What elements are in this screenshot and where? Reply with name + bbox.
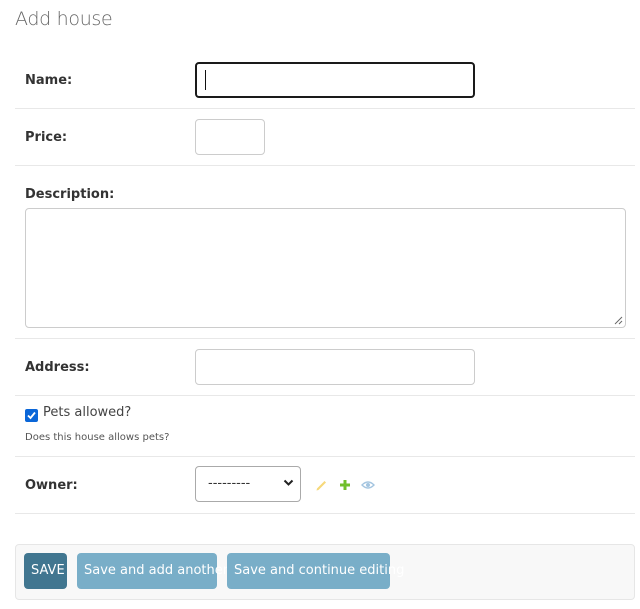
pets-help-text: Does this house allows pets? [25,432,170,443]
address-field[interactable] [195,349,475,385]
name-row: Name: [15,51,635,109]
description-label: Description: [25,187,115,202]
price-field[interactable] [195,119,265,155]
save-button[interactable]: SAVE [24,553,67,589]
save-and-continue-editing-button[interactable]: Save and continue editing [227,553,404,589]
pets-label[interactable]: Pets allowed? [43,405,131,420]
owner-selected-value: --------- [208,476,251,491]
address-row: Address: [15,338,635,396]
price-label: Price: [25,130,68,145]
text-caret [205,70,206,90]
price-row: Price: [15,108,635,166]
check-icon [27,411,36,420]
view-owner-icon[interactable] [361,480,375,490]
save-and-add-another-button[interactable]: Save and add another [77,553,228,589]
submit-row: SAVE Save and add another Save and conti… [15,544,635,600]
description-textarea[interactable] [25,208,626,328]
pets-checkbox[interactable] [25,409,38,422]
chevron-down-icon [283,479,294,486]
owner-label: Owner: [25,478,78,493]
name-label: Name: [25,73,73,88]
address-label: Address: [25,360,90,375]
pets-row: Pets allowed? Does this house allows pet… [15,395,635,457]
change-owner-icon[interactable] [315,479,327,491]
owner-select[interactable]: --------- [195,466,301,502]
page-title: Add house [15,8,113,30]
owner-row: Owner: --------- [15,456,635,514]
resize-handle-icon[interactable] [614,316,623,325]
add-owner-icon[interactable] [339,479,351,491]
description-row: Description: [15,165,635,339]
name-field[interactable] [195,62,475,98]
